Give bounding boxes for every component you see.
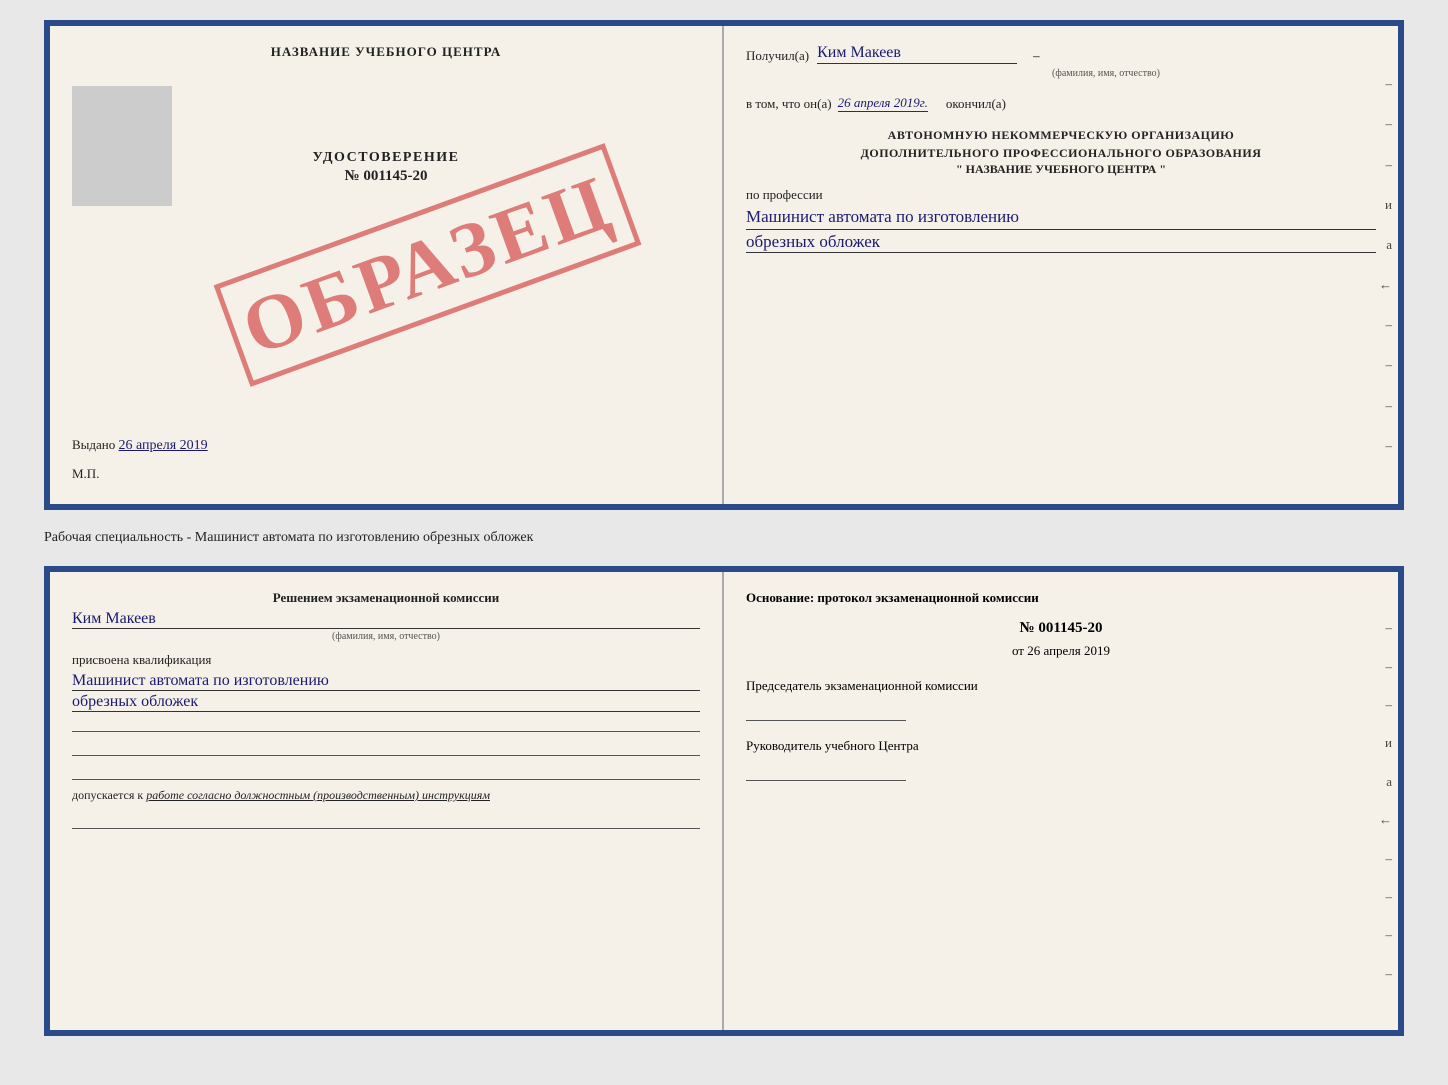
bottom-doc-right: Основание: протокол экзаменационной коми… <box>724 572 1398 1030</box>
dopuskaetsya-prefix: допускается к <box>72 788 143 802</box>
top-doc-left: НАЗВАНИЕ УЧЕБНОГО ЦЕНТРА УДОСТОВЕРЕНИЕ №… <box>50 26 724 504</box>
dash-after-name: – <box>1033 48 1040 64</box>
vydano-date: 26 апреля 2019 <box>119 438 208 453</box>
vydano-label: Выдано <box>72 437 115 452</box>
org-name: " НАЗВАНИЕ УЧЕБНОГО ЦЕНТРА " <box>746 162 1376 177</box>
fio-label-bottom: (фамилия, имя, отчество) <box>72 631 700 642</box>
predsedatel-title: Председатель экзаменационной комиссии <box>746 677 1376 695</box>
komissia-name: Ким Макеев <box>72 610 700 629</box>
kvalif-line2: обрезных обложек <box>72 693 700 712</box>
right-dashes-top: – – – и а ← – – – – <box>1379 26 1392 504</box>
predsedatel-block: Председатель экзаменационной комиссии <box>746 677 1376 721</box>
fio-label-top: (фамилия, имя, отчество) <box>836 68 1376 79</box>
empty-line-4 <box>72 811 700 829</box>
bottom-document: Решением экзаменационной комиссии Ким Ма… <box>44 566 1404 1036</box>
resheniem-block: Решением экзаменационной комиссии Ким Ма… <box>72 590 700 829</box>
dopuskaetsya-text: работе согласно должностным (производств… <box>146 788 490 802</box>
vtom-line: в том, что он(а) 26 апреля 2019г. окончи… <box>746 95 1376 112</box>
vtom-date: 26 апреля 2019г. <box>838 95 928 112</box>
empty-line-1 <box>72 714 700 732</box>
kvalif-line1: Машинист автомата по изготовлению <box>72 672 700 691</box>
ot-label: от <box>1012 643 1024 658</box>
dopuskaetsya-block: допускается к работе согласно должностны… <box>72 788 700 803</box>
ot-date-value: 26 апреля 2019 <box>1027 643 1110 658</box>
top-left-title: НАЗВАНИЕ УЧЕБНОГО ЦЕНТРА <box>72 44 700 60</box>
prisvoena-label: присвоена квалификация <box>72 652 700 668</box>
osnovanie-block: Основание: протокол экзаменационной коми… <box>746 590 1376 781</box>
rukovoditel-title: Руководитель учебного Центра <box>746 737 1376 755</box>
ot-date: от 26 апреля 2019 <box>746 643 1376 659</box>
empty-line-3 <box>72 762 700 780</box>
protokol-num: № 001145-20 <box>746 620 1376 637</box>
osnovanie-title: Основание: протокол экзаменационной коми… <box>746 590 1376 606</box>
predsedatel-sign-line <box>746 703 906 721</box>
rukovoditel-block: Руководитель учебного Центра <box>746 737 1376 781</box>
rukovoditel-sign-line <box>746 763 906 781</box>
bottom-doc-left: Решением экзаменационной комиссии Ким Ма… <box>50 572 724 1030</box>
po-professii-label: по профессии <box>746 187 1376 203</box>
vtom-label: в том, что он(а) <box>746 96 832 112</box>
vydano-line: Выдано 26 апреля 2019 <box>72 437 208 454</box>
empty-line-2 <box>72 738 700 756</box>
org-line1: АВТОНОМНУЮ НЕКОММЕРЧЕСКУЮ ОРГАНИЗАЦИЮ <box>746 126 1376 144</box>
org-block: АВТОНОМНУЮ НЕКОММЕРЧЕСКУЮ ОРГАНИЗАЦИЮ ДО… <box>746 126 1376 177</box>
between-label: Рабочая специальность - Машинист автомат… <box>44 528 1404 548</box>
okonchil-label: окончил(а) <box>946 96 1006 112</box>
photo-placeholder <box>72 86 172 206</box>
profession-line2: обрезных обложек <box>746 232 1376 253</box>
profession-line1: Машинист автомата по изготовлению <box>746 207 1376 230</box>
top-document: НАЗВАНИЕ УЧЕБНОГО ЦЕНТРА УДОСТОВЕРЕНИЕ №… <box>44 20 1404 510</box>
mp-line: М.П. <box>72 466 99 482</box>
recipient-name: Ким Макеев <box>817 44 1017 64</box>
poluchil-line: Получил(а) Ким Макеев – <box>746 44 1376 64</box>
top-doc-right: Получил(а) Ким Макеев – (фамилия, имя, о… <box>724 26 1398 504</box>
poluchil-label: Получил(а) <box>746 48 809 64</box>
org-line2: ДОПОЛНИТЕЛЬНОГО ПРОФЕССИОНАЛЬНОГО ОБРАЗО… <box>746 144 1376 162</box>
resheniem-title: Решением экзаменационной комиссии <box>72 590 700 606</box>
right-dashes-bottom: – – – и а ← – – – – <box>1379 572 1392 1030</box>
